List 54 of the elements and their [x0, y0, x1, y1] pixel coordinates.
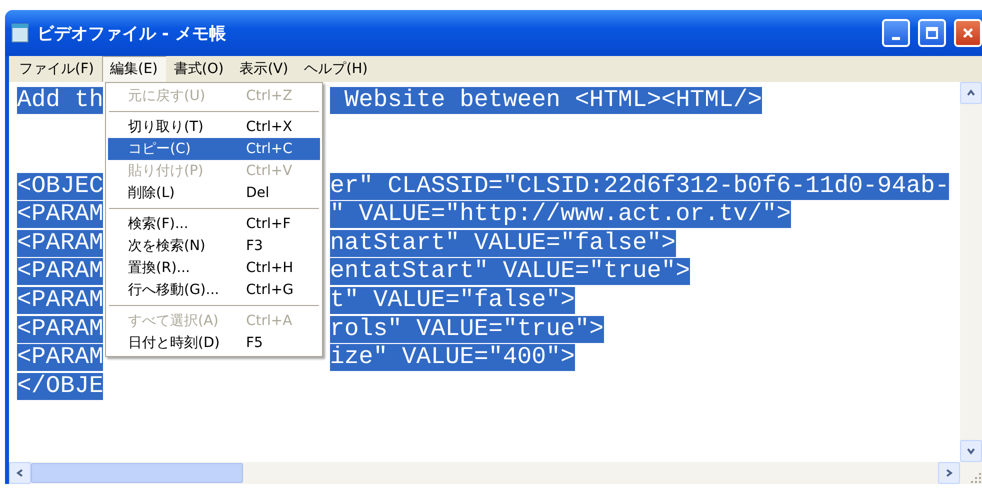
window-title: ビデオファイル - メモ帳 — [37, 22, 227, 44]
shortcut-label: F3 — [246, 238, 263, 254]
close-button[interactable] — [954, 19, 982, 47]
scrollbar-thumb[interactable] — [31, 463, 243, 483]
menu-item-label: 削除(L) — [128, 184, 176, 202]
close-icon — [961, 26, 975, 40]
shortcut-label: Ctrl+A — [246, 313, 292, 329]
resize-grip-icon[interactable] — [970, 472, 982, 484]
menu-bar-item[interactable]: 書式(O) — [166, 56, 232, 82]
maximize-button[interactable] — [918, 19, 946, 47]
menu-item-label: 検索(F)... — [128, 215, 190, 233]
menu-item-label: 置換(R)... — [128, 259, 192, 277]
chevron-icon — [944, 468, 954, 478]
menu-item[interactable]: 検索(F)... Ctrl+F — [108, 213, 320, 235]
notepad-icon — [11, 23, 29, 43]
minimize-icon — [892, 36, 900, 40]
menu-item-label: 元に戻す(U) — [128, 87, 206, 105]
menu-item-label: コピー(C) — [128, 140, 192, 158]
chevron-icon — [966, 88, 976, 98]
shortcut-label: Ctrl+C — [246, 141, 292, 157]
shortcut-label: Ctrl+G — [246, 282, 294, 298]
shortcut-label: F5 — [246, 335, 263, 351]
vertical-scrollbar[interactable] — [960, 82, 982, 462]
menu-item-label: 切り取り(T) — [128, 118, 204, 136]
menu-item[interactable]: 削除(L) Del — [108, 182, 320, 204]
menu-item[interactable]: 切り取り(T) Ctrl+X — [108, 116, 320, 138]
menu-bar-item[interactable]: ファイル(F) — [11, 56, 102, 82]
maximize-icon — [925, 26, 939, 40]
menu-bar-item[interactable]: 編集(E) — [102, 56, 166, 82]
shortcut-label: Ctrl+X — [246, 119, 292, 135]
menu-item-label: すべて選択(A) — [128, 312, 220, 330]
scroll-up-button[interactable] — [960, 82, 982, 104]
chevron-icon — [15, 468, 25, 478]
menu-bar-item[interactable]: ヘルプ(H) — [296, 56, 376, 82]
menu-item[interactable]: 次を検索(N) F3 — [108, 235, 320, 257]
shortcut-label: Ctrl+V — [246, 163, 292, 179]
scroll-left-button[interactable] — [9, 462, 31, 484]
chevron-icon — [966, 446, 976, 456]
shortcut-label: Ctrl+F — [246, 216, 291, 232]
menu-item[interactable]: コピー(C) Ctrl+C — [108, 138, 320, 160]
menu-item-label: 日付と時刻(D) — [128, 334, 221, 352]
scroll-right-button[interactable] — [938, 462, 960, 484]
menu-item[interactable]: 行へ移動(G)... Ctrl+G — [108, 279, 320, 301]
shortcut-label: Ctrl+Z — [246, 88, 292, 104]
menu-item[interactable]: 日付と時刻(D) F5 — [108, 332, 320, 354]
shortcut-label: Ctrl+H — [246, 260, 294, 276]
menu-bar-item[interactable]: 表示(V) — [232, 56, 296, 82]
menu-item-label: 貼り付け(P) — [128, 162, 204, 180]
menu-item[interactable]: 置換(R)... Ctrl+H — [108, 257, 320, 279]
minimize-button[interactable] — [882, 19, 910, 47]
menu-item-label: 行へ移動(G)... — [128, 281, 220, 299]
scroll-down-button[interactable] — [960, 440, 982, 462]
menu-item-label: 次を検索(N) — [128, 237, 206, 255]
shortcut-label: Del — [246, 185, 270, 201]
